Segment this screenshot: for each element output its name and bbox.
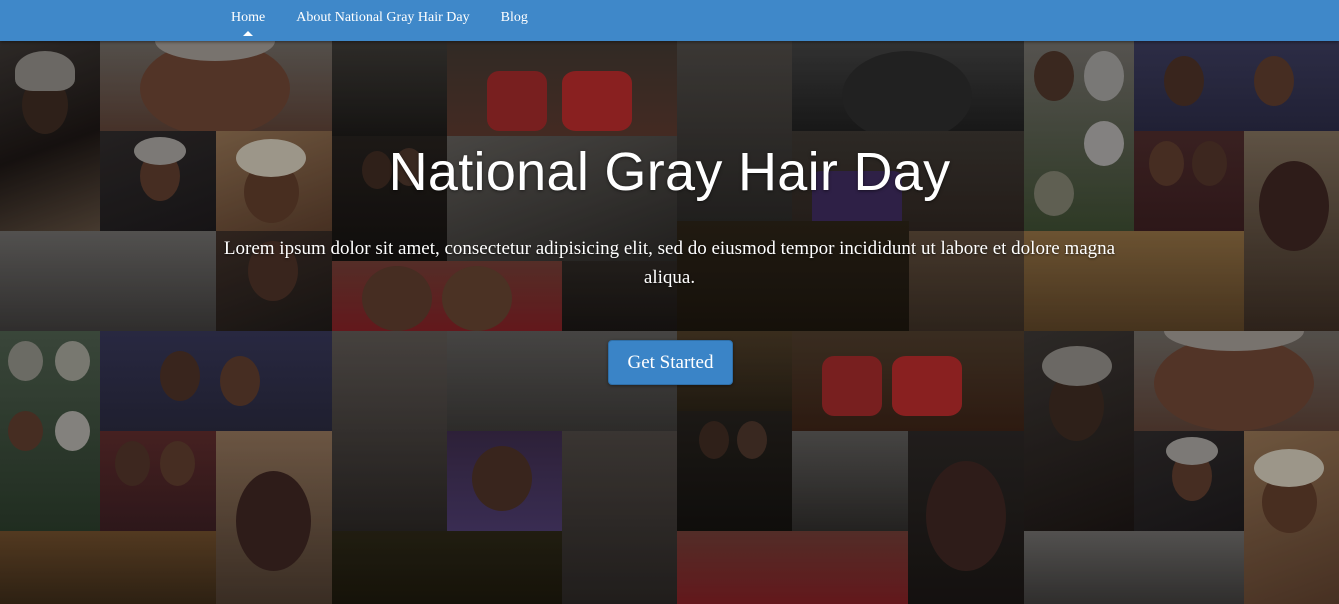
hero-content: National Gray Hair Day Lorem ipsum dolor… (0, 41, 1339, 604)
hero-description: Lorem ipsum dolor sit amet, consectetur … (223, 238, 1116, 288)
hero-title: National Gray Hair Day (388, 142, 951, 202)
nav-links: Home About National Gray Hair Day Blog (231, 0, 559, 35)
nav-item-about[interactable]: About National Gray Hair Day (296, 10, 469, 26)
get-started-button[interactable]: Get Started (608, 340, 733, 385)
nav-item-home[interactable]: Home (231, 10, 265, 26)
hero-section: National Gray Hair Day Lorem ipsum dolor… (0, 41, 1339, 604)
nav-item-blog[interactable]: Blog (501, 10, 528, 26)
top-navbar: Home About National Gray Hair Day Blog (0, 0, 1339, 41)
